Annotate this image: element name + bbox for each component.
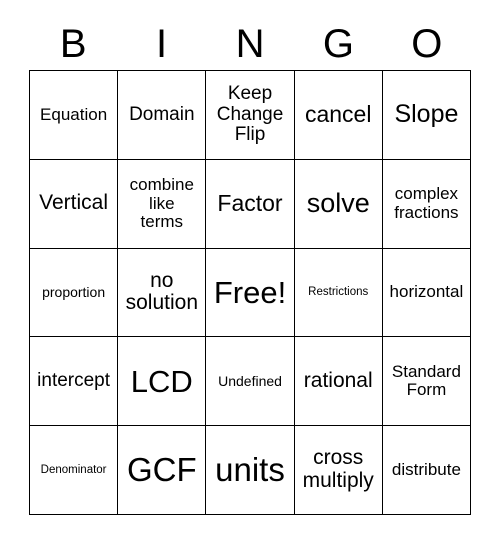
bingo-cell-label: Domain [129, 103, 195, 125]
bingo-header-letters: B I N G O [29, 18, 471, 70]
bingo-cell-label: cancel [304, 101, 372, 128]
header-letter-n: N [235, 22, 265, 66]
bingo-cell-label: units [215, 451, 285, 489]
bingo-cell[interactable]: Standard Form [381, 337, 470, 426]
bingo-cell[interactable]: combine like terms [117, 159, 205, 248]
bingo-cell-label: Standard Form [391, 361, 461, 400]
header-letter-o: O [411, 22, 443, 66]
bingo-cell[interactable]: proportion [30, 249, 117, 337]
bingo-cell-label: Factor [217, 190, 283, 217]
bingo-cell[interactable]: Factor [205, 159, 293, 248]
header-letter-g: G [322, 22, 354, 66]
bingo-cell[interactable]: Restrictions [293, 248, 382, 337]
bingo-row: Vertical combine like terms Factor solve… [30, 158, 470, 248]
bingo-cell-label: LCD [130, 363, 193, 399]
bingo-grid: Equation Domain Keep Change Flip cancel … [29, 70, 471, 515]
header-letter-i: I [156, 22, 168, 66]
bingo-free-space-cell[interactable]: Free! [205, 248, 293, 337]
bingo-cell-label: intercept [37, 370, 111, 392]
bingo-cell-label: rational [303, 368, 373, 392]
bingo-cell-label: cross multiply [302, 446, 374, 493]
bingo-cell-label: Slope [394, 100, 459, 129]
bingo-cell-label: Undefined [218, 372, 282, 389]
bingo-cell-label: complex fractions [394, 184, 459, 222]
bingo-cell-label: GCF [126, 451, 197, 489]
bingo-cell-label: solve [306, 188, 370, 219]
bingo-cell-label: horizontal [389, 282, 464, 302]
bingo-card: B I N G O Equation Domain Keep Change Fl… [0, 0, 500, 544]
bingo-free-space-label: Free! [213, 274, 287, 310]
bingo-cell[interactable]: LCD [117, 337, 205, 426]
header-letter-b: B [59, 22, 87, 66]
bingo-cell[interactable]: units [205, 426, 293, 514]
bingo-cell[interactable]: cancel [293, 71, 382, 159]
bingo-cell[interactable]: Denominator [30, 426, 117, 514]
bingo-cell[interactable]: Vertical [30, 160, 117, 248]
bingo-cell-label: combine like terms [129, 175, 194, 231]
bingo-row: Denominator GCF units cross multiply dis… [30, 425, 470, 514]
bingo-cell[interactable]: Undefined [205, 337, 293, 426]
bingo-cell-label: Restrictions [308, 286, 369, 299]
bingo-row: Equation Domain Keep Change Flip cancel … [30, 71, 470, 159]
bingo-cell[interactable]: cross multiply [293, 426, 382, 514]
bingo-cell[interactable]: intercept [30, 337, 117, 425]
bingo-cell-label: Equation [40, 104, 108, 124]
bingo-cell-label: distribute [391, 459, 461, 479]
bingo-row: proportion no solution Free! Restriction… [30, 247, 470, 337]
bingo-cell[interactable]: Equation [30, 71, 117, 159]
bingo-cell[interactable]: solve [293, 159, 382, 248]
bingo-cell[interactable]: complex fractions [381, 159, 470, 248]
bingo-cell[interactable]: Domain [117, 71, 205, 159]
bingo-cell[interactable]: GCF [117, 426, 205, 514]
bingo-cell[interactable]: horizontal [381, 248, 470, 337]
bingo-cell[interactable]: Slope [381, 71, 470, 159]
bingo-cell[interactable]: Keep Change Flip [205, 71, 293, 159]
bingo-cell[interactable]: rational [293, 337, 382, 426]
bingo-cell-label: proportion [42, 283, 106, 300]
bingo-cell-label: Vertical [39, 191, 109, 215]
bingo-cell[interactable]: no solution [117, 248, 205, 337]
bingo-cell-label: no solution [125, 268, 198, 315]
bingo-row: intercept LCD Undefined rational Standar… [30, 336, 470, 426]
bingo-cell-label: Keep Change Flip [216, 83, 284, 146]
bingo-cell-label: Denominator [40, 463, 107, 476]
bingo-cell[interactable]: distribute [381, 426, 470, 514]
